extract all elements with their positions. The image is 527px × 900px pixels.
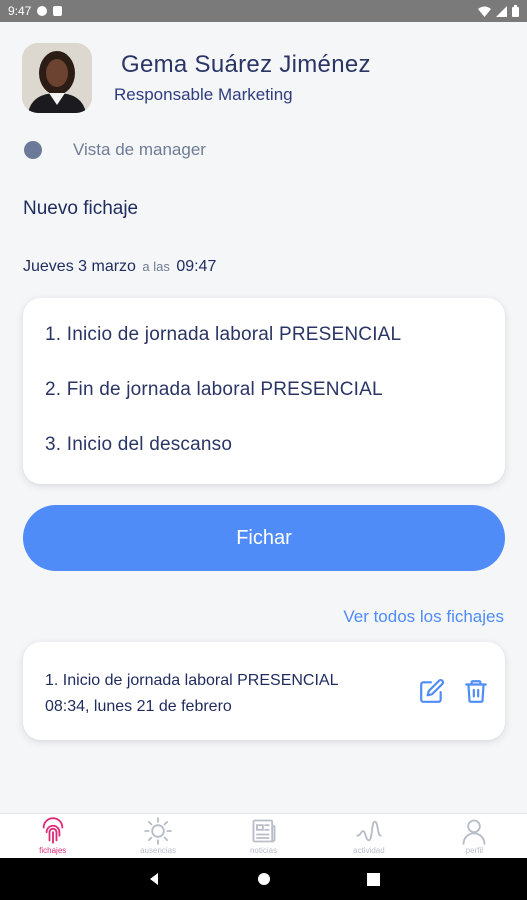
section-title: Nuevo fichaje (23, 198, 139, 219)
record-text: 1. Inicio de jornada laboral PRESENCIAL … (45, 668, 339, 720)
date-line: Jueves 3 marzo a las 09:47 (23, 258, 216, 276)
status-right (478, 5, 519, 17)
date-time: 09:47 (176, 258, 217, 275)
date-connector: a las (142, 259, 170, 274)
home-icon[interactable] (257, 872, 271, 886)
trash-icon (465, 680, 487, 703)
fingerprint-icon (42, 817, 63, 844)
option-item[interactable]: 3. Inicio del descanso (23, 434, 505, 489)
person-icon (462, 819, 486, 845)
status-left: 9:47 (8, 4, 63, 18)
bottom-nav: fichajes ausencias noticias actividad pe… (0, 813, 527, 858)
status-time: 9:47 (8, 4, 32, 18)
avatar[interactable] (22, 43, 92, 113)
delete-button[interactable] (461, 676, 491, 706)
record-datetime: 08:34, lunes 21 de febrero (45, 698, 232, 715)
options-card: 1. Inicio de jornada laboral PRESENCIAL … (23, 298, 505, 484)
nav-label: noticias (249, 846, 278, 855)
nav-label: actividad (353, 846, 385, 855)
record-type: 1. Inicio de jornada laboral PRESENCIAL (45, 672, 339, 689)
back-icon[interactable] (147, 872, 161, 886)
manager-view-toggle[interactable]: Vista de manager (24, 140, 206, 160)
nav-label: fichajes (39, 846, 67, 855)
system-nav-bar (0, 858, 527, 900)
record-actions (417, 676, 491, 706)
notification-icon (37, 6, 48, 16)
edit-button[interactable] (417, 676, 447, 706)
option-item[interactable]: 2. Fin de jornada laboral PRESENCIAL (23, 379, 505, 434)
newspaper-icon (252, 819, 275, 843)
activity-icon (356, 820, 382, 842)
fichar-button[interactable]: Fichar (23, 505, 505, 571)
nav-item-perfil[interactable]: perfil (422, 814, 527, 858)
nav-label: perfil (465, 846, 483, 855)
sun-icon (144, 817, 172, 845)
nav-item-noticias[interactable]: noticias (211, 814, 316, 858)
sd-card-icon (53, 6, 63, 16)
signal-icon (496, 5, 507, 17)
user-name: Gema Suárez Jiménez (121, 51, 371, 78)
avatar-photo (22, 43, 92, 113)
recents-icon[interactable] (367, 872, 380, 886)
user-role: Responsable Marketing (114, 85, 293, 104)
nav-item-ausencias[interactable]: ausencias (105, 814, 210, 858)
battery-icon (512, 5, 519, 17)
record-card: 1. Inicio de jornada laboral PRESENCIAL … (23, 642, 505, 740)
nav-label: ausencias (140, 846, 177, 855)
profile-text: Gema Suárez Jiménez Responsable Marketin… (114, 51, 371, 105)
manager-radio[interactable] (24, 141, 42, 159)
ver-todos-link[interactable]: Ver todos los fichajes (343, 607, 504, 627)
edit-icon (420, 679, 444, 703)
nav-item-fichajes[interactable]: fichajes (0, 814, 105, 858)
wifi-icon (478, 6, 491, 17)
nav-item-actividad[interactable]: actividad (316, 814, 421, 858)
manager-view-label: Vista de manager (73, 140, 206, 159)
status-bar: 9:47 (0, 0, 527, 22)
option-item[interactable]: 1. Inicio de jornada laboral PRESENCIAL (23, 324, 505, 379)
date-day: Jueves 3 marzo (23, 258, 136, 275)
profile-header: Gema Suárez Jiménez Responsable Marketin… (22, 43, 371, 113)
